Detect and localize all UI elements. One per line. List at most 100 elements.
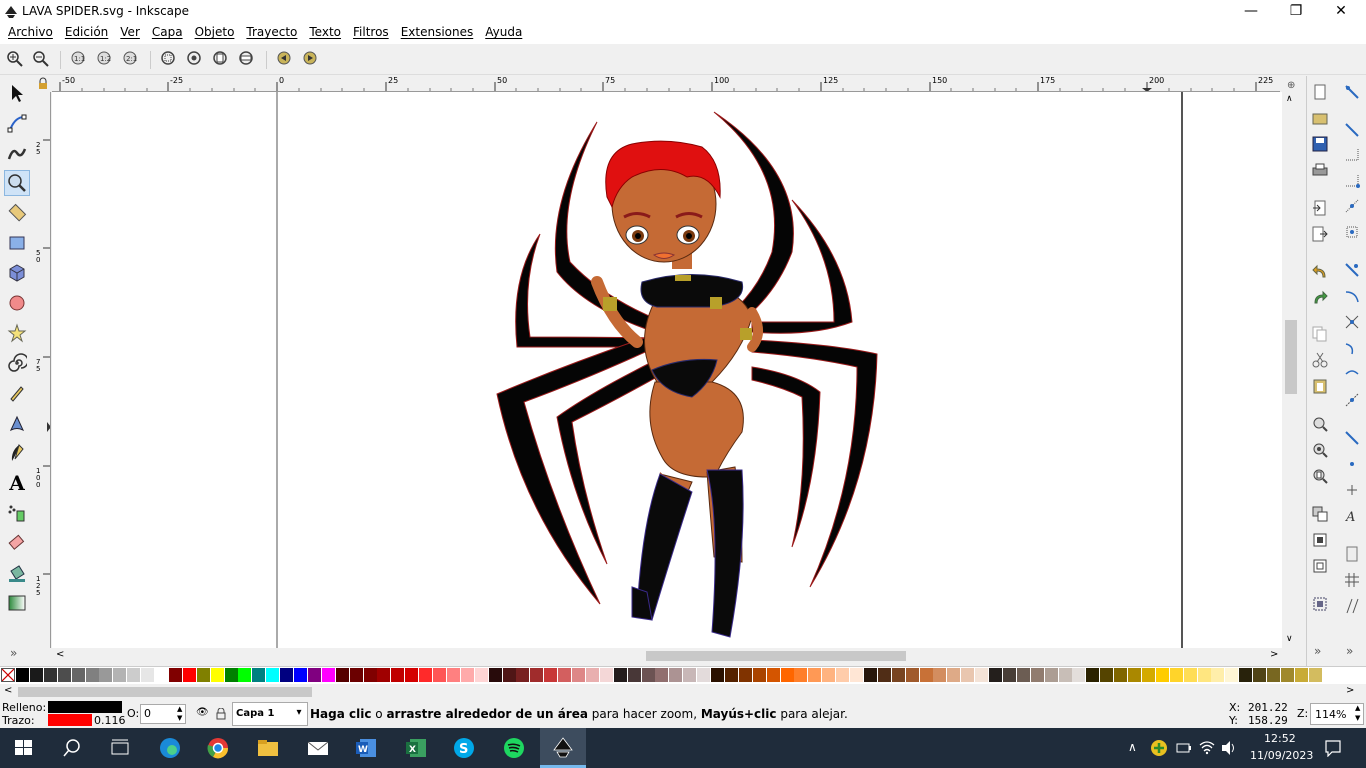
snap-more-icon[interactable]: » xyxy=(1346,644,1353,658)
snap-others-icon[interactable] xyxy=(1344,430,1360,446)
palette-swatch[interactable] xyxy=(502,668,516,682)
pencil-tool-icon[interactable] xyxy=(4,380,30,406)
snap-bbox-icon[interactable] xyxy=(1344,122,1360,138)
skype-icon[interactable]: S xyxy=(452,736,476,760)
vertical-scrollbar[interactable]: ⊕ ∧ ∨ xyxy=(1283,78,1299,648)
paste-icon[interactable] xyxy=(1312,378,1328,394)
palette-swatch[interactable] xyxy=(321,668,335,682)
import-icon[interactable] xyxy=(1312,200,1328,216)
menu-archivo[interactable]: Archivo xyxy=(2,24,59,44)
zoom-tool-icon[interactable] xyxy=(4,170,30,196)
stroke-color-indicator[interactable] xyxy=(48,714,92,726)
file-explorer-icon[interactable] xyxy=(256,736,280,760)
zoom-drawing-icon[interactable] xyxy=(186,50,204,68)
new-document-icon[interactable] xyxy=(1312,84,1328,100)
selector-tool-icon[interactable] xyxy=(4,80,30,106)
star-tool-icon[interactable] xyxy=(4,320,30,346)
palette-scroll-right-icon[interactable]: > xyxy=(1346,685,1354,696)
snap-bbox-edge-icon[interactable] xyxy=(1344,146,1360,162)
palette-swatch[interactable] xyxy=(683,668,697,682)
snap-cusp-icon[interactable] xyxy=(1344,340,1360,356)
scroll-up-icon[interactable]: ∧ xyxy=(1286,94,1293,104)
snap-grid-icon[interactable] xyxy=(1344,572,1360,588)
palette-swatch[interactable] xyxy=(1183,668,1197,682)
bucket-tool-icon[interactable] xyxy=(4,560,30,586)
print-icon[interactable] xyxy=(1312,162,1328,178)
palette-scroll-left-icon[interactable]: < xyxy=(4,685,12,696)
zoom-page-width-icon[interactable] xyxy=(238,50,256,68)
zoom-in-icon[interactable] xyxy=(6,50,24,68)
palette-swatch[interactable] xyxy=(738,668,752,682)
calligraphy-tool-icon[interactable] xyxy=(4,440,30,466)
palette-swatch[interactable] xyxy=(252,668,266,682)
palette-swatch[interactable] xyxy=(488,668,502,682)
wifi-icon[interactable] xyxy=(1198,739,1216,755)
clock-time[interactable]: 12:52 xyxy=(1264,732,1296,745)
maximize-button[interactable]: ❐ xyxy=(1273,0,1319,24)
palette-swatch[interactable] xyxy=(891,668,905,682)
palette-swatch[interactable] xyxy=(168,668,182,682)
snap-page-border-icon[interactable] xyxy=(1344,546,1360,562)
palette-swatch[interactable] xyxy=(446,668,460,682)
palette-swatch[interactable] xyxy=(1197,668,1211,682)
layer-visibility-icon[interactable]: 👁 xyxy=(196,707,209,718)
palette-swatch[interactable] xyxy=(766,668,780,682)
palette-swatch[interactable] xyxy=(919,668,933,682)
palette-swatch[interactable] xyxy=(794,668,808,682)
palette-swatch[interactable] xyxy=(460,668,474,682)
menu-extensiones[interactable]: Extensiones xyxy=(395,24,480,44)
snap-enable-icon[interactable] xyxy=(1344,84,1360,100)
taskbar-active-inkscape[interactable] xyxy=(540,728,586,768)
circle-tool-icon[interactable] xyxy=(4,290,30,316)
palette-swatch[interactable] xyxy=(669,668,683,682)
snap-rotation-center-icon[interactable] xyxy=(1344,482,1360,498)
copy-icon[interactable] xyxy=(1312,326,1328,342)
palette-swatch[interactable] xyxy=(780,668,794,682)
palette-swatch[interactable] xyxy=(1225,668,1239,682)
measure-tool-icon[interactable] xyxy=(4,200,30,226)
spiral-tool-icon[interactable] xyxy=(4,350,30,376)
opacity-spinbox[interactable]: 0 ▲ ▼ xyxy=(140,704,186,724)
palette-swatch[interactable] xyxy=(266,668,280,682)
edge-browser-icon[interactable] xyxy=(158,736,182,760)
eraser-tool-icon[interactable] xyxy=(4,530,30,556)
palette-swatch[interactable] xyxy=(850,668,863,682)
vertical-scroll-thumb[interactable] xyxy=(1285,320,1297,394)
palette-swatch[interactable] xyxy=(363,668,377,682)
commands-more-icon[interactable]: » xyxy=(1314,644,1321,658)
snap-guide-icon[interactable] xyxy=(1344,598,1360,614)
palette-swatch[interactable] xyxy=(752,668,766,682)
menu-capa[interactable]: Capa xyxy=(146,24,189,44)
palette-swatch[interactable] xyxy=(1058,668,1072,682)
snap-intersection-icon[interactable] xyxy=(1344,314,1360,330)
palette-swatch[interactable] xyxy=(294,668,307,682)
palette-swatch[interactable] xyxy=(335,668,349,682)
pen-tool-icon[interactable] xyxy=(4,410,30,436)
palette-swatch[interactable] xyxy=(975,668,989,682)
palette-swatch[interactable] xyxy=(57,668,71,682)
zoom-selection-cmd-icon[interactable] xyxy=(1312,416,1328,432)
zoom-selection-icon[interactable] xyxy=(160,50,178,68)
palette-swatch[interactable] xyxy=(16,668,29,682)
undo-icon[interactable] xyxy=(1312,264,1328,280)
menu-ver[interactable]: Ver xyxy=(114,24,146,44)
palette-swatch[interactable] xyxy=(558,668,572,682)
zoom-spinbox[interactable]: 114% ▲ ▼ xyxy=(1310,703,1364,725)
zoom-1-2-icon[interactable]: 1:2 xyxy=(96,50,114,68)
zoom-page-icon[interactable] xyxy=(212,50,230,68)
palette-swatch[interactable] xyxy=(71,668,85,682)
palette-swatch[interactable] xyxy=(808,668,822,682)
menu-ayuda[interactable]: Ayuda xyxy=(479,24,528,44)
snap-object-center-icon[interactable] xyxy=(1344,456,1360,472)
volume-icon[interactable] xyxy=(1220,740,1238,756)
snap-bbox-midpoint-icon[interactable] xyxy=(1344,198,1360,214)
palette-swatch[interactable] xyxy=(544,668,558,682)
palette-swatch[interactable] xyxy=(196,668,210,682)
drawing-canvas[interactable] xyxy=(52,92,1282,648)
word-icon[interactable]: W xyxy=(354,736,378,760)
palette-swatch[interactable] xyxy=(1100,668,1114,682)
stroke-width-value[interactable]: 0.116 xyxy=(94,714,126,727)
palette-swatch[interactable] xyxy=(989,668,1002,682)
zoom-out-icon[interactable] xyxy=(32,50,50,68)
palette-swatch[interactable] xyxy=(641,668,655,682)
